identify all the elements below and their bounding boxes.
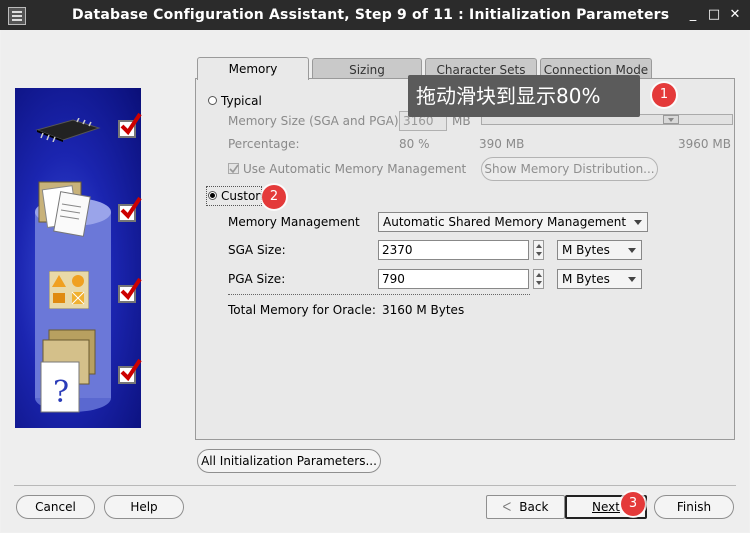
step-badge-2: 2 [262,185,286,209]
chevron-down-icon [628,277,636,282]
memory-chip-icon [35,118,101,142]
percentage-value: 80 % [399,137,430,151]
slider-min-label: 390 MB [479,137,525,151]
pga-size-label: PGA Size: [228,272,286,286]
auto-memory-checkbox[interactable] [228,163,239,174]
slider-thumb-arrow-icon [668,118,674,122]
check-mark-icon [120,112,142,136]
tab-memory[interactable]: Memory [197,57,309,80]
typical-label: Typical [221,94,262,108]
finish-button[interactable]: Finish [654,495,734,519]
minimize-button[interactable]: _ [685,7,701,22]
chevron-down-icon [634,220,642,225]
check-mark-icon [120,358,142,382]
window-title: Database Configuration Assistant, Step 9… [72,7,670,23]
window-icon [8,7,26,25]
auto-memory-label: Use Automatic Memory Management [243,162,467,176]
checkbox-check-icon [229,164,239,174]
typical-radio[interactable] [208,96,217,105]
step-badge-1: 1 [652,83,676,107]
step-checkbox-documents [118,196,142,222]
custom-separator [228,294,530,295]
slider-max-label: 3960 MB [678,137,731,151]
maximize-button[interactable]: □ [706,7,722,22]
cancel-button[interactable]: Cancel [16,495,95,519]
custom-label: Custom [221,189,267,203]
pga-unit-select[interactable]: M Bytes [557,269,642,289]
percentage-label: Percentage: [228,137,300,151]
title-bar: Database Configuration Assistant, Step 9… [0,0,750,30]
svg-text:?: ? [53,375,69,410]
check-mark-icon [120,277,142,301]
all-initialization-parameters-button[interactable]: All Initialization Parameters... [197,449,381,473]
documents-folder-icon [38,181,91,237]
custom-radio[interactable] [208,191,217,200]
shapes-grid-icon [49,271,89,309]
memory-slider-thumb[interactable] [663,115,679,124]
chevron-down-icon [628,248,636,253]
sga-size-field[interactable]: 2370 [378,240,529,260]
step-badge-3: 3 [621,492,645,516]
close-button[interactable]: ✕ [727,7,743,22]
sga-unit-value: M Bytes [562,243,610,257]
check-mark-icon [120,196,142,220]
total-memory-value: 3160 M Bytes [382,303,465,317]
step-checkbox-shapes [118,277,142,303]
pga-unit-value: M Bytes [562,272,610,286]
step-checkbox-help [118,358,142,384]
footer-divider [14,485,736,486]
memory-management-value: Automatic Shared Memory Management [383,215,627,229]
help-document-icon: ? [40,329,96,413]
sga-size-label: SGA Size: [228,243,286,257]
help-button[interactable]: Help [104,495,184,519]
show-memory-distribution-button[interactable]: Show Memory Distribution... [481,157,658,181]
memory-management-label: Memory Management [228,215,360,229]
back-button[interactable]: ᐸ Back [486,495,565,519]
sga-size-stepper[interactable] [533,240,544,260]
memory-size-label: Memory Size (SGA and PGA): [228,114,403,128]
back-arrow-icon: ᐸ [502,500,512,514]
pga-size-field[interactable]: 790 [378,269,529,289]
pga-size-stepper[interactable] [533,269,544,289]
sga-unit-select[interactable]: M Bytes [557,240,642,260]
back-button-label: Back [519,500,549,514]
memory-management-select[interactable]: Automatic Shared Memory Management [378,212,648,232]
step-checkbox-memory [118,112,142,138]
instruction-tooltip: 拖动滑块到显示80% [408,75,640,117]
total-memory-label: Total Memory for Oracle: [228,303,376,317]
tab-sizing[interactable]: Sizing [312,58,422,79]
